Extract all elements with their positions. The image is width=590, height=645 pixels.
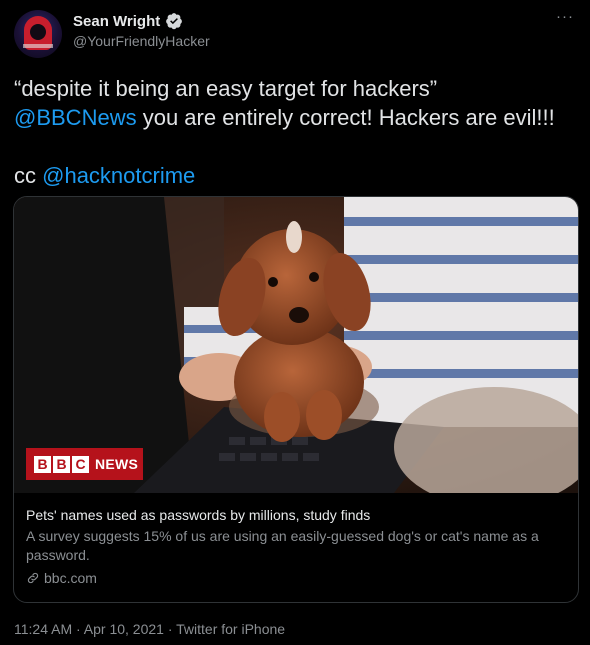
tweet-line-1: “despite it being an easy target for hac… (14, 76, 438, 101)
bbc-news-badge: B B C NEWS (26, 448, 143, 480)
tweet-line-3: cc @hacknotcrime (14, 161, 576, 190)
card-title[interactable]: Pets' names used as passwords by million… (26, 507, 370, 523)
card-meta[interactable]: Pets' names used as passwords by million… (14, 493, 578, 602)
bbc-news-text: NEWS (95, 456, 139, 472)
bbc-letter-3: C (72, 455, 89, 473)
tweet-text: “despite it being an easy target for hac… (14, 74, 576, 190)
avatar-face-shape (30, 24, 46, 40)
verified-badge-icon (166, 13, 183, 30)
avatar-banner-shape (23, 44, 53, 48)
card-domain[interactable]: bbc.com (26, 570, 97, 586)
cc-prefix: cc (14, 163, 43, 188)
link-icon (27, 572, 39, 584)
user-handle[interactable]: @YourFriendlyHacker (73, 33, 210, 49)
tweet-timestamp[interactable]: 11:24 AM · Apr 10, 2021 · Twitter for iP… (14, 621, 285, 637)
card-description: A survey suggests 15% of us are using an… (26, 528, 539, 563)
card-domain-text: bbc.com (44, 570, 97, 586)
tweet-line-2: @BBCNews you are entirely correct! Hacke… (14, 103, 576, 132)
avatar[interactable] (14, 10, 62, 58)
mention-hacknotcrime[interactable]: @hacknotcrime (42, 163, 195, 188)
name-line: Sean Wright (73, 11, 183, 31)
tweet-header: Sean Wright @YourFriendlyHacker ··· (14, 9, 576, 60)
link-preview-card[interactable]: B B C NEWS Pets' names used as passwords… (13, 196, 579, 603)
bbc-letter-2: B (53, 455, 70, 473)
mention-bbcnews[interactable]: @BBCNews (14, 105, 137, 130)
tweet-line-2-text: you are entirely correct! Hackers are ev… (136, 105, 555, 130)
more-horizontal-icon[interactable]: ··· (554, 9, 576, 26)
display-name[interactable]: Sean Wright (73, 13, 160, 30)
card-image[interactable]: B B C NEWS (14, 197, 578, 493)
bbc-letter-1: B (34, 455, 51, 473)
